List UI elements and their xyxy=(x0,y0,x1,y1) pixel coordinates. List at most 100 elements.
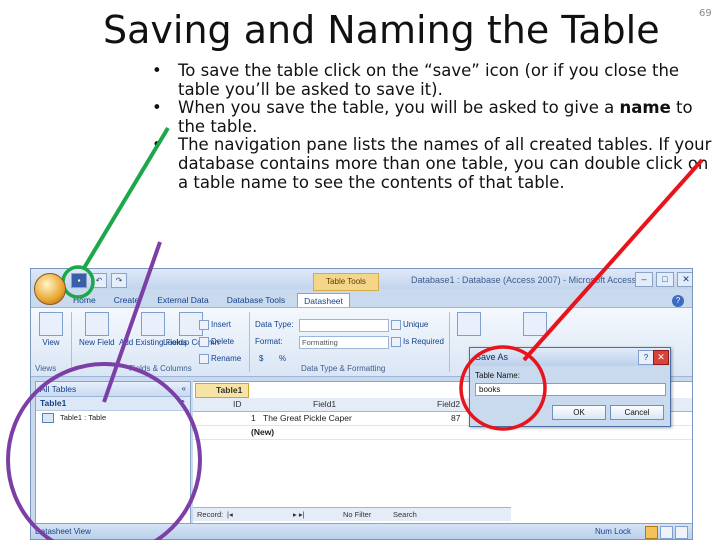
slide-title: Saving and Naming the Table xyxy=(103,8,660,52)
title-bar: ▪ ↶ ↷ Table Tools Database1 : Database (… xyxy=(31,269,692,291)
office-button-icon[interactable] xyxy=(34,273,66,305)
view-button[interactable]: View xyxy=(39,312,63,347)
insert-button[interactable]: Insert xyxy=(199,320,231,330)
tab-datasheet[interactable]: Datasheet xyxy=(297,293,350,308)
delete-button[interactable]: Delete xyxy=(199,337,234,347)
cancel-button[interactable]: Cancel xyxy=(610,405,664,420)
percent-button[interactable]: % xyxy=(279,354,286,363)
unique-label: Unique xyxy=(403,320,429,330)
is-required-checkbox[interactable]: Is Required xyxy=(391,337,444,347)
view-switcher xyxy=(645,526,688,539)
status-bar: Datasheet View Num Lock xyxy=(31,523,692,539)
rename-icon xyxy=(199,354,209,364)
divider xyxy=(249,312,250,372)
relationships-icon xyxy=(457,312,481,336)
unique-checkbox[interactable]: Unique xyxy=(391,320,428,330)
nav-item-label: Table1 : Table xyxy=(60,413,107,422)
rename-button[interactable]: Rename xyxy=(199,354,241,364)
save-icon[interactable]: ▪ xyxy=(71,273,87,288)
new-field-icon xyxy=(84,312,109,336)
quick-access-toolbar: ▪ ↶ ↷ xyxy=(71,273,127,288)
delete-icon xyxy=(199,337,209,347)
table-name-label: Table Name: xyxy=(475,371,520,380)
record-navigation: Record: |◂ ▸ ▸| No Filter Search xyxy=(193,507,511,521)
collapse-icon[interactable]: ⌃ xyxy=(179,397,186,410)
relationships-button[interactable] xyxy=(457,312,481,338)
help-icon[interactable]: ? xyxy=(672,295,684,307)
ok-button[interactable]: OK xyxy=(552,405,606,420)
currency-button[interactable]: $ xyxy=(259,354,263,363)
navigation-pane: All Tables « Table1 ⌃ Table1 : Table xyxy=(35,381,191,525)
close-window-icon[interactable]: ✕ xyxy=(677,272,692,287)
column-header-field2[interactable]: Field2 xyxy=(437,398,460,411)
checkbox-icon xyxy=(391,320,401,330)
dialog-close-icon[interactable]: ✕ xyxy=(653,350,669,365)
add-fields-icon xyxy=(141,312,166,336)
group-views-label: Views xyxy=(35,364,57,373)
access-window: ▪ ↶ ↷ Table Tools Database1 : Database (… xyxy=(30,268,693,540)
column-header-field1[interactable]: Field1 xyxy=(313,398,336,411)
datasheet-view-icon[interactable] xyxy=(645,526,658,539)
document-tab[interactable]: Table1 xyxy=(195,383,250,398)
cell-field1[interactable]: The Great Pickle Caper xyxy=(263,412,352,425)
rename-label: Rename xyxy=(211,354,242,364)
redo-icon[interactable]: ↷ xyxy=(111,273,127,288)
object-dependencies-button[interactable] xyxy=(523,312,547,338)
design-view-icon[interactable] xyxy=(675,526,688,539)
divider xyxy=(449,312,450,372)
new-field-button[interactable]: New Field xyxy=(79,312,115,347)
data-type-label: Data Type: xyxy=(255,320,294,329)
cell-field2[interactable]: 87 xyxy=(451,412,460,425)
window-controls: – □ ✕ xyxy=(635,272,692,287)
tab-home[interactable]: Home xyxy=(67,293,102,308)
delete-label: Delete xyxy=(211,337,235,347)
view-label: View xyxy=(42,338,60,347)
minimize-icon[interactable]: – xyxy=(635,272,653,287)
checkbox-icon xyxy=(391,337,401,347)
bullet-2-bold: name xyxy=(619,98,671,118)
bullet-2-text-a: When you save the table, you will be ask… xyxy=(178,98,620,118)
group-datatype-label: Data Type & Formatting xyxy=(301,364,386,373)
maximize-icon[interactable]: □ xyxy=(656,272,674,287)
cell-id[interactable]: 1 xyxy=(251,412,256,425)
table-name-input[interactable]: books xyxy=(475,383,666,396)
nav-header[interactable]: All Tables « xyxy=(36,382,190,397)
group-fields-columns-label: Fields & Columns xyxy=(129,364,192,373)
page-number: 69 xyxy=(699,8,712,19)
tab-create[interactable]: Create xyxy=(108,293,146,308)
context-tab-table-tools: Table Tools xyxy=(313,273,379,291)
format-select[interactable]: Formatting xyxy=(299,336,389,349)
new-row-label: (New) xyxy=(251,427,275,437)
new-row[interactable]: (New) xyxy=(193,426,692,440)
divider xyxy=(71,312,72,372)
dialog-help-icon[interactable]: ? xyxy=(638,350,654,365)
search-box[interactable]: Search xyxy=(393,508,417,521)
tab-external-data[interactable]: External Data xyxy=(151,293,215,308)
column-header-id[interactable]: ID xyxy=(233,398,242,411)
tab-database-tools[interactable]: Database Tools xyxy=(221,293,291,308)
nav-item-table1[interactable]: Table1 : Table xyxy=(36,411,190,425)
bullet-2: When you save the table, you will be ask… xyxy=(150,98,716,136)
dependencies-icon xyxy=(523,312,547,336)
table-icon xyxy=(42,413,54,424)
filter-status[interactable]: No Filter xyxy=(343,508,371,521)
nav-group-table1[interactable]: Table1 ⌃ xyxy=(36,397,190,411)
insert-label: Insert xyxy=(211,320,232,330)
save-as-dialog: Save As ? ✕ Table Name: books OK Cancel xyxy=(469,347,671,427)
window-title: Database1 : Database (Access 2007) - Mic… xyxy=(411,275,637,285)
record-label: Record: xyxy=(197,510,224,519)
new-field-label: New Field xyxy=(79,338,115,347)
insert-icon xyxy=(199,320,209,330)
next-record-icon[interactable]: ▸ ▸| xyxy=(293,508,305,521)
status-view: Datasheet View xyxy=(35,527,91,536)
nav-header-label: All Tables xyxy=(40,384,77,394)
chevron-down-icon[interactable]: « xyxy=(182,382,186,396)
format-label: Format: xyxy=(255,337,283,346)
status-num-lock: Num Lock xyxy=(595,527,632,536)
bullet-1: To save the table click on the “save” ic… xyxy=(150,61,716,99)
undo-icon[interactable]: ↶ xyxy=(91,273,107,288)
pivot-view-icon[interactable] xyxy=(660,526,673,539)
first-record-icon[interactable]: |◂ xyxy=(227,508,233,521)
nav-group-label: Table1 xyxy=(40,398,67,408)
data-type-select[interactable] xyxy=(299,319,389,332)
